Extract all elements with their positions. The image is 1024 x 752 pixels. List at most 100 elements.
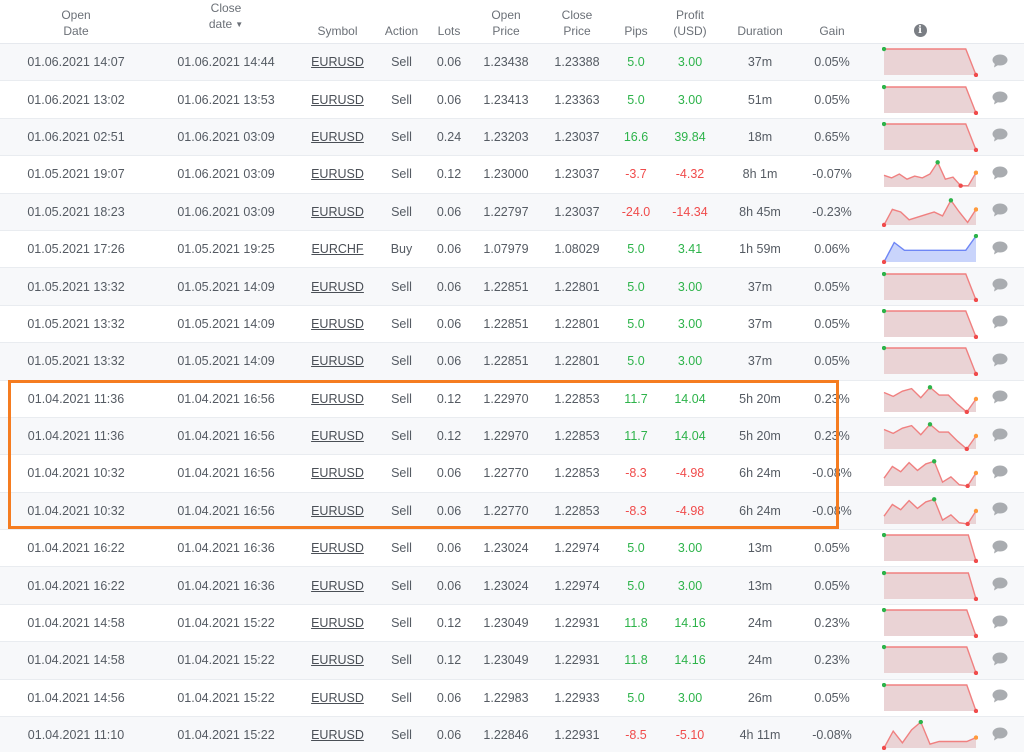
header-gain[interactable]: Gain (800, 0, 864, 44)
symbol-link[interactable]: EURUSD (311, 579, 364, 593)
sparkline-end-point (973, 735, 978, 741)
header-open-price[interactable]: Open Price (470, 0, 542, 44)
symbol-link[interactable]: EURUSD (311, 541, 364, 555)
trade-sparkline[interactable] (882, 720, 978, 751)
sort-desc-icon[interactable]: ▼ (235, 20, 243, 29)
table-row: 01.04.2021 16:22 01.04.2021 16:36 EURUSD Se… (0, 566, 1024, 605)
comment-icon[interactable] (992, 315, 1008, 332)
symbol-link[interactable]: EURUSD (311, 392, 364, 406)
trade-sparkline[interactable] (882, 84, 978, 115)
symbol-cell: EURUSD (300, 679, 375, 718)
comment-icon[interactable] (992, 353, 1008, 370)
trade-sparkline[interactable] (882, 234, 978, 265)
header-close-date[interactable]: Close date ▼ (152, 0, 300, 44)
symbol-link[interactable]: EURUSD (311, 317, 364, 331)
comment-icon[interactable] (992, 652, 1008, 669)
sparkline-area (884, 123, 976, 150)
trade-sparkline[interactable] (882, 608, 978, 639)
symbol-cell: EURUSD (300, 118, 375, 157)
comment-icon[interactable] (992, 502, 1008, 519)
symbol-link[interactable]: EURUSD (311, 130, 364, 144)
comment-icon[interactable] (992, 727, 1008, 744)
trade-sparkline[interactable] (882, 346, 978, 377)
trade-sparkline[interactable] (882, 159, 978, 189)
header-close-price[interactable]: Close Price (542, 0, 612, 44)
gain-cell: 0.65% (800, 118, 864, 157)
duration-cell: 6h 24m (720, 454, 800, 493)
trade-sparkline[interactable] (882, 421, 978, 452)
trade-sparkline[interactable] (882, 197, 978, 227)
profit-cell: -5.10 (660, 716, 720, 752)
gain-cell: 0.05% (800, 305, 864, 344)
info-icon[interactable]: i (913, 24, 927, 37)
action-cell: Sell (375, 380, 428, 418)
comment-icon[interactable] (992, 615, 1008, 632)
trade-sparkline[interactable] (882, 570, 978, 601)
comment-icon[interactable] (992, 278, 1008, 295)
sparkline-area (884, 273, 976, 300)
close-date-cell: 01.04.2021 16:56 (152, 417, 300, 456)
trade-sparkline[interactable] (882, 384, 978, 414)
symbol-link[interactable]: EURCHF (311, 242, 363, 256)
sparkline-min-point (958, 183, 963, 189)
duration-cell: 37m (720, 43, 800, 82)
symbol-link[interactable]: EURUSD (311, 691, 364, 705)
duration-cell: 4h 11m (720, 716, 800, 752)
header-open-date[interactable]: Open Date (0, 0, 152, 44)
comment-icon[interactable] (992, 166, 1008, 183)
header-pips[interactable]: Pips (612, 0, 660, 44)
comment-icon[interactable] (992, 203, 1008, 220)
symbol-link[interactable]: EURUSD (311, 653, 364, 667)
header-action[interactable]: Action (375, 0, 428, 44)
trade-sparkline[interactable] (882, 121, 978, 152)
symbol-link[interactable]: EURUSD (311, 466, 364, 480)
sparkline-end-point (973, 206, 978, 212)
open-price-cell: 1.23049 (470, 641, 542, 680)
trade-sparkline[interactable] (882, 308, 978, 339)
close-date-cell: 01.04.2021 15:22 (152, 641, 300, 680)
gain-cell: 0.05% (800, 267, 864, 306)
symbol-link[interactable]: EURUSD (311, 504, 364, 518)
comment-icon[interactable] (992, 540, 1008, 557)
comment-icon[interactable] (992, 689, 1008, 706)
header-duration[interactable]: Duration (720, 0, 800, 44)
symbol-cell: EURUSD (300, 193, 375, 231)
header-symbol[interactable]: Symbol (300, 0, 375, 44)
trade-chart-cell (864, 604, 978, 643)
symbol-link[interactable]: EURUSD (311, 354, 364, 368)
trade-sparkline[interactable] (882, 496, 978, 526)
comment-icon[interactable] (992, 91, 1008, 108)
comment-cell (976, 380, 1024, 418)
trade-sparkline[interactable] (882, 271, 978, 302)
symbol-link[interactable]: EURUSD (311, 280, 364, 294)
table-row: 01.05.2021 19:07 01.06.2021 03:09 EURUSD Se… (0, 155, 1024, 194)
trade-sparkline[interactable] (882, 458, 978, 489)
symbol-cell: EURCHF (300, 230, 375, 269)
comment-icon[interactable] (992, 241, 1008, 258)
comment-icon[interactable] (992, 54, 1008, 71)
comment-icon[interactable] (992, 390, 1008, 407)
comment-icon[interactable] (992, 428, 1008, 445)
symbol-link[interactable]: EURUSD (311, 55, 364, 69)
header-profit[interactable]: Profit (USD) (660, 0, 720, 44)
trade-sparkline[interactable] (882, 682, 978, 713)
open-date-cell: 01.06.2021 02:51 (0, 118, 152, 157)
symbol-link[interactable]: EURUSD (311, 93, 364, 107)
trade-sparkline[interactable] (882, 47, 978, 78)
sparkline-area (884, 647, 976, 674)
comment-icon[interactable] (992, 128, 1008, 145)
symbol-link[interactable]: EURUSD (311, 429, 364, 443)
symbol-link[interactable]: EURUSD (311, 167, 364, 181)
symbol-link[interactable]: EURUSD (311, 728, 364, 742)
trade-sparkline[interactable] (882, 533, 978, 564)
trade-sparkline[interactable] (882, 645, 978, 676)
sparkline-area (884, 499, 976, 524)
symbol-link[interactable]: EURUSD (311, 205, 364, 219)
symbol-link[interactable]: EURUSD (311, 616, 364, 630)
action-cell: Sell (375, 80, 428, 119)
comment-icon[interactable] (992, 465, 1008, 482)
lots-cell: 0.06 (428, 230, 470, 269)
comment-icon[interactable] (992, 577, 1008, 594)
trade-chart-cell (864, 43, 978, 82)
header-lots[interactable]: Lots (428, 0, 470, 44)
